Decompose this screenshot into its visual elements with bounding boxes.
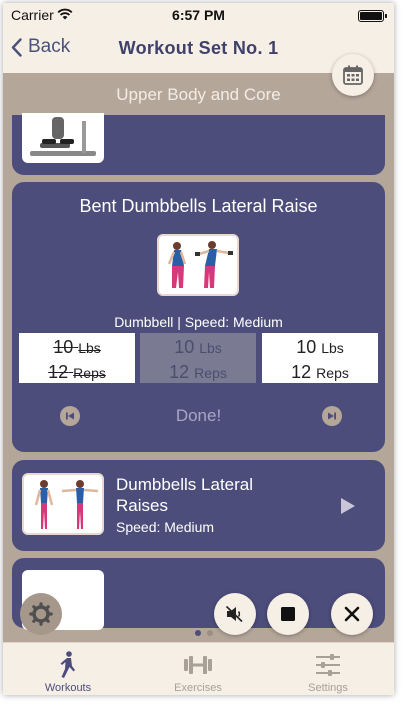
- battery-icon: [358, 10, 387, 22]
- set-cell-current[interactable]: 10 Lbs 12 Reps: [140, 333, 256, 383]
- tab-label: Settings: [308, 682, 348, 694]
- exercise-title: Bent Dumbbells Lateral Raise: [79, 196, 318, 216]
- workout-settings-button[interactable]: [20, 593, 62, 635]
- tab-workouts[interactable]: Workouts: [3, 643, 133, 695]
- set-weight: 10 Lbs: [53, 337, 101, 357]
- next-set-button[interactable]: [322, 406, 342, 426]
- play-icon[interactable]: [340, 497, 356, 515]
- mute-button[interactable]: [214, 593, 256, 635]
- current-exercise-card: Bent Dumbbells Lateral Raise Dumbbell | …: [12, 182, 385, 452]
- calendar-button[interactable]: [332, 54, 374, 96]
- page-indicator-dot: [207, 630, 213, 636]
- exercise-thumbnail: [22, 113, 104, 163]
- tab-settings[interactable]: Settings: [263, 643, 393, 695]
- gear-icon: [29, 602, 53, 626]
- page-indicator-dot-active: [195, 630, 201, 636]
- set-reps: 12 Reps: [48, 362, 106, 382]
- set-cell-completed[interactable]: 10 Lbs 12 Reps: [19, 333, 135, 383]
- set-reps: 12 Reps: [291, 362, 349, 382]
- app-screen: Carrier 6:57 PM Back Workout Set No. 1 U…: [3, 3, 394, 695]
- stop-button[interactable]: [267, 593, 309, 635]
- tab-exercises[interactable]: Exercises: [133, 643, 263, 695]
- tab-bar: Workouts Exercises Settings: [3, 642, 394, 695]
- close-icon: [344, 606, 360, 622]
- exercise-thumbnail[interactable]: [157, 234, 239, 296]
- close-button[interactable]: [331, 593, 373, 635]
- tab-label: Workouts: [44, 682, 92, 694]
- previous-exercise-card[interactable]: [12, 113, 385, 175]
- lateral-raises-image: [34, 480, 99, 529]
- page-title: Workout Set No. 1: [118, 38, 279, 58]
- set-weight: 10 Lbs: [296, 337, 344, 357]
- skip-forward-icon: [328, 412, 336, 420]
- set-reps: 12 Reps: [169, 362, 227, 382]
- calendar-icon: [343, 65, 363, 85]
- exercise-thumbnail: [22, 473, 104, 535]
- section-title: Upper Body and Core: [116, 85, 281, 104]
- lateral-raise-image: [167, 241, 233, 288]
- elliptical-machine-image: [30, 117, 96, 156]
- set-weight: 10 Lbs: [174, 337, 222, 357]
- walking-person-icon: [60, 651, 75, 678]
- exercise-meta: Dumbbell | Speed: Medium: [114, 314, 283, 330]
- status-time: 6:57 PM: [172, 7, 225, 23]
- sliders-icon: [316, 654, 340, 676]
- set-cell-pending[interactable]: 10 Lbs 12 Reps: [262, 333, 378, 383]
- stop-icon: [281, 607, 295, 621]
- exercise-speed: Speed: Medium: [116, 519, 215, 535]
- dumbbell-icon: [184, 656, 212, 674]
- exercise-title: Dumbbells Lateral Raises: [116, 475, 254, 515]
- tab-label: Exercises: [174, 682, 222, 694]
- next-exercise-card[interactable]: Dumbbells Lateral Raises Speed: Medium: [12, 460, 385, 551]
- upcoming-exercise-card[interactable]: [12, 558, 385, 630]
- speaker-muted-icon: [225, 605, 243, 623]
